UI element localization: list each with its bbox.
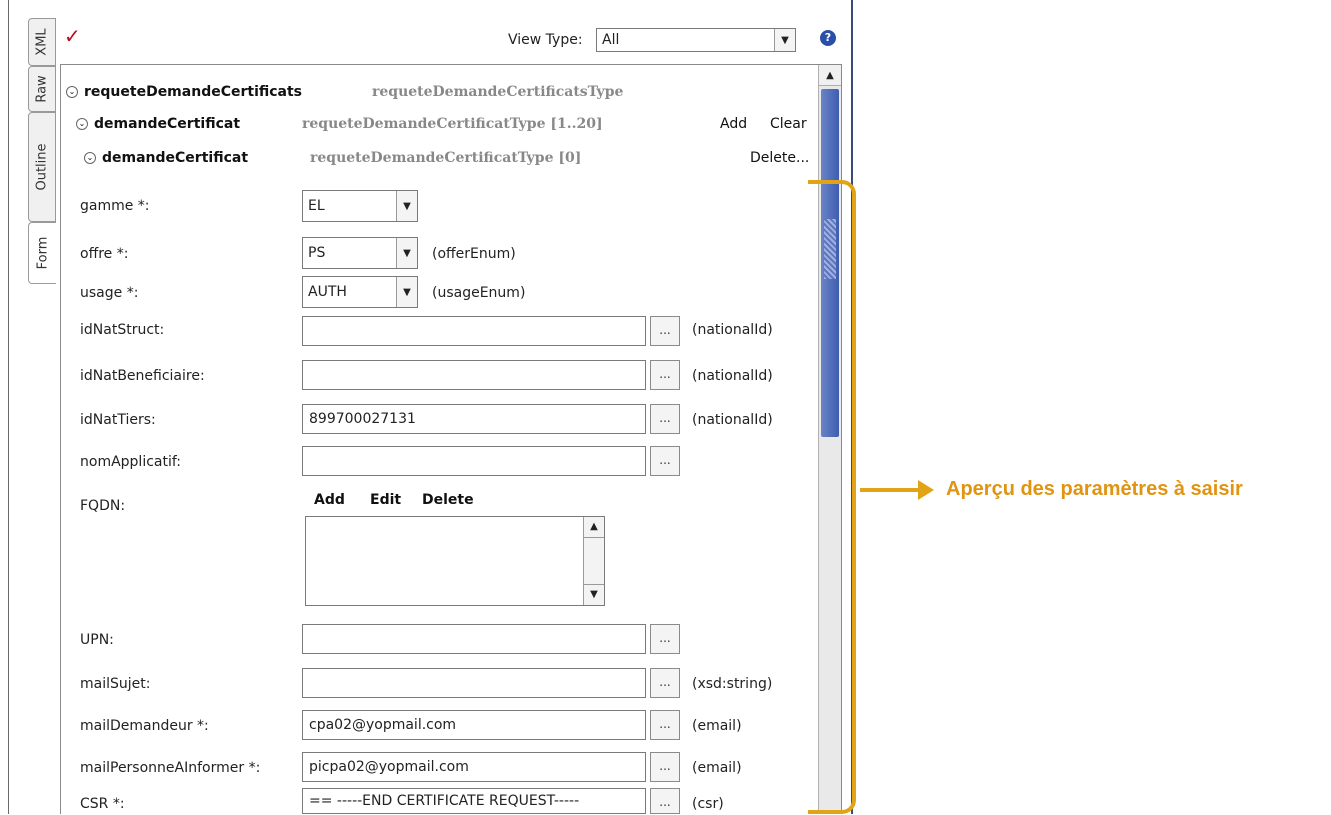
upn-browse-button[interactable]: ... bbox=[650, 624, 680, 654]
csr-label: CSR *: bbox=[80, 796, 125, 812]
annotation-bracket bbox=[808, 180, 856, 814]
usage-type: (usageEnum) bbox=[432, 285, 526, 301]
help-icon[interactable]: ? bbox=[820, 30, 836, 46]
idnattiers-type: (nationalId) bbox=[692, 412, 773, 428]
nomapplicatif-input[interactable] bbox=[302, 446, 646, 476]
idnatbeneficiaire-input[interactable] bbox=[302, 360, 646, 390]
usage-select[interactable]: AUTH ▼ bbox=[302, 276, 418, 308]
tree-node-demande-list[interactable]: ⌄ demandeCertificat bbox=[76, 116, 240, 132]
checkmark-icon[interactable]: ✓ bbox=[64, 24, 81, 48]
scroll-down-icon[interactable]: ▼ bbox=[584, 584, 604, 605]
csr-type: (csr) bbox=[692, 796, 724, 812]
gamme-select[interactable]: EL ▼ bbox=[302, 190, 418, 222]
fqdn-scrollbar[interactable]: ▲ ▼ bbox=[583, 517, 604, 605]
idnattiers-label: idNatTiers: bbox=[80, 412, 156, 428]
scroll-up-icon[interactable]: ▲ bbox=[584, 517, 604, 538]
maildemandeur-browse-button[interactable]: ... bbox=[650, 710, 680, 740]
scroll-up-icon[interactable]: ▲ bbox=[819, 65, 841, 86]
tab-xml[interactable]: XML bbox=[28, 18, 56, 66]
idnattiers-browse-button[interactable]: ... bbox=[650, 404, 680, 434]
upn-label: UPN: bbox=[80, 632, 114, 648]
mailsujet-label: mailSujet: bbox=[80, 676, 151, 692]
annotation-arrow-line bbox=[860, 488, 922, 492]
arrow-right-icon bbox=[918, 480, 934, 500]
idnatstruct-label: idNatStruct: bbox=[80, 322, 165, 338]
idnattiers-input[interactable]: 899700027131 bbox=[302, 404, 646, 434]
csr-browse-button[interactable]: ... bbox=[650, 788, 680, 814]
tree-node-type: requeteDemandeCertificatsType bbox=[372, 84, 624, 100]
mailpersonne-input[interactable]: picpa02@yopmail.com bbox=[302, 752, 646, 782]
mailpersonne-type: (email) bbox=[692, 760, 742, 776]
form-panel bbox=[60, 64, 842, 814]
mailpersonne-label: mailPersonneAInformer *: bbox=[80, 760, 261, 776]
fqdn-add-button[interactable]: Add bbox=[314, 492, 345, 508]
clear-button[interactable]: Clear bbox=[770, 116, 807, 132]
view-type-label: View Type: bbox=[508, 32, 583, 48]
idnatstruct-input[interactable] bbox=[302, 316, 646, 346]
idnatstruct-browse-button[interactable]: ... bbox=[650, 316, 680, 346]
idnatbeneficiaire-browse-button[interactable]: ... bbox=[650, 360, 680, 390]
expand-icon[interactable]: ⌄ bbox=[84, 152, 96, 164]
tab-outline[interactable]: Outline bbox=[28, 112, 56, 222]
nomapplicatif-label: nomApplicatif: bbox=[80, 454, 182, 470]
idnatbeneficiaire-type: (nationalId) bbox=[692, 368, 773, 384]
offre-type: (offerEnum) bbox=[432, 246, 516, 262]
fqdn-edit-button[interactable]: Edit bbox=[370, 492, 401, 508]
delete-button[interactable]: Delete... bbox=[750, 150, 809, 166]
maildemandeur-label: mailDemandeur *: bbox=[80, 718, 209, 734]
add-button[interactable]: Add bbox=[720, 116, 747, 132]
tree-node-requete[interactable]: ⌄ requeteDemandeCertificats bbox=[66, 84, 302, 100]
vertical-tabs: XML Raw Outline Form bbox=[28, 18, 58, 284]
usage-label: usage *: bbox=[80, 285, 139, 301]
dropdown-arrow-icon: ▼ bbox=[396, 191, 417, 221]
csr-input[interactable]: == -----END CERTIFICATE REQUEST----- bbox=[302, 788, 646, 814]
upn-input[interactable] bbox=[302, 624, 646, 654]
offre-select[interactable]: PS ▼ bbox=[302, 237, 418, 269]
idnatbeneficiaire-label: idNatBeneficiaire: bbox=[80, 368, 205, 384]
fqdn-label: FQDN: bbox=[80, 498, 126, 514]
offre-label: offre *: bbox=[80, 246, 129, 262]
tree-node-type: requeteDemandeCertificatType [0] bbox=[310, 150, 582, 166]
maildemandeur-input[interactable]: cpa02@yopmail.com bbox=[302, 710, 646, 740]
idnatstruct-type: (nationalId) bbox=[692, 322, 773, 338]
dropdown-arrow-icon: ▼ bbox=[396, 277, 417, 307]
expand-icon[interactable]: ⌄ bbox=[66, 86, 78, 98]
tree-node-type: requeteDemandeCertificatType [1..20] bbox=[302, 116, 603, 132]
tab-raw[interactable]: Raw bbox=[28, 66, 56, 112]
tree-node-demande[interactable]: ⌄ demandeCertificat bbox=[84, 150, 248, 166]
maildemandeur-type: (email) bbox=[692, 718, 742, 734]
mailsujet-browse-button[interactable]: ... bbox=[650, 668, 680, 698]
dropdown-arrow-icon: ▼ bbox=[396, 238, 417, 268]
fqdn-delete-button[interactable]: Delete bbox=[422, 492, 474, 508]
dropdown-arrow-icon: ▼ bbox=[774, 29, 795, 51]
annotation-text: Aperçu des paramètres à saisir bbox=[946, 478, 1243, 500]
nomapplicatif-browse-button[interactable]: ... bbox=[650, 446, 680, 476]
mailsujet-input[interactable] bbox=[302, 668, 646, 698]
expand-icon[interactable]: ⌄ bbox=[76, 118, 88, 130]
mailsujet-type: (xsd:string) bbox=[692, 676, 773, 692]
tab-form[interactable]: Form bbox=[28, 222, 56, 284]
gamme-label: gamme *: bbox=[80, 198, 150, 214]
mailpersonne-browse-button[interactable]: ... bbox=[650, 752, 680, 782]
fqdn-listbox[interactable]: ▲ ▼ bbox=[305, 516, 605, 606]
view-type-select[interactable]: All ▼ bbox=[596, 28, 796, 52]
